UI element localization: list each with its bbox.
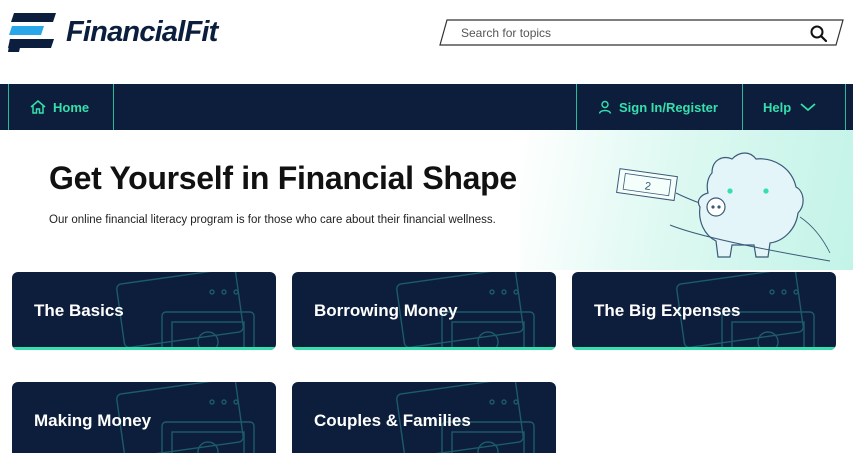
- logo-mark-icon: [8, 13, 56, 52]
- search-icon[interactable]: [808, 24, 830, 44]
- main-nav: Home Sign In/Register Help: [0, 84, 853, 130]
- topic-card-couples-families[interactable]: Couples & Families: [292, 382, 556, 453]
- card-accent-bar: [292, 347, 556, 350]
- logo-text: FinancialFit: [66, 15, 218, 48]
- piggy-bank-illustration: 2: [616, 152, 831, 262]
- logo[interactable]: FinancialFit: [8, 10, 218, 54]
- nav-help[interactable]: Help: [763, 84, 816, 130]
- nav-signin-label: Sign In/Register: [619, 99, 718, 115]
- topic-card-borrowing-money[interactable]: Borrowing Money: [292, 272, 556, 350]
- nav-help-label: Help: [763, 99, 792, 115]
- search-input[interactable]: [461, 23, 791, 42]
- home-icon: [30, 100, 46, 114]
- topic-card-the-basics[interactable]: The Basics: [12, 272, 276, 350]
- topic-card-making-money[interactable]: Making Money: [12, 382, 276, 453]
- user-icon: [598, 100, 612, 114]
- card-label: The Basics: [34, 301, 124, 320]
- nav-home-label: Home: [53, 99, 90, 115]
- card-accent-bar: [12, 347, 276, 350]
- card-label: The Big Expenses: [594, 301, 741, 320]
- card-label: Making Money: [34, 411, 152, 430]
- nav-signin[interactable]: Sign In/Register: [598, 84, 718, 130]
- card-accent-bar: [572, 347, 836, 350]
- hero-title: Get Yourself in Financial Shape: [49, 160, 517, 196]
- nav-home[interactable]: Home: [30, 84, 89, 130]
- nav-divider: [742, 84, 743, 130]
- search-bar[interactable]: [439, 19, 844, 46]
- nav-divider: [8, 84, 9, 130]
- nav-divider: [845, 84, 846, 130]
- chevron-down-icon: [800, 103, 816, 112]
- nav-divider: [576, 84, 577, 130]
- card-label: Couples & Families: [314, 411, 471, 430]
- hero-description: Our online financial literacy program is…: [49, 214, 496, 226]
- card-label: Borrowing Money: [314, 301, 458, 320]
- topic-card-the-big-expenses[interactable]: The Big Expenses: [572, 272, 836, 350]
- nav-divider: [113, 84, 114, 130]
- site-header: FinancialFit: [0, 0, 853, 84]
